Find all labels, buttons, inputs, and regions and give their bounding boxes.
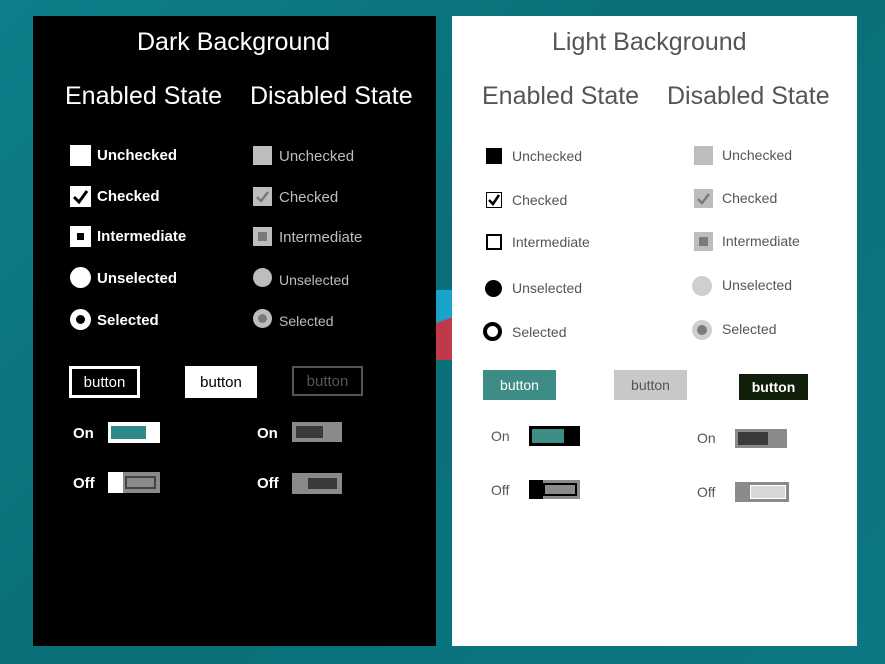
switch-on[interactable] [108,422,160,443]
enabled-state-heading: Enabled State [65,82,223,110]
radio-dot-icon [697,325,707,335]
checkbox-checked[interactable] [486,192,502,208]
radio-unselected-disabled-label: Unselected [279,272,350,288]
button-outline[interactable]: button [69,366,140,398]
enabled-state-heading: Enabled State [482,82,640,110]
radio-unselected[interactable] [70,267,91,288]
switch-thumb [108,472,123,493]
checkbox-unchecked-disabled [694,146,713,165]
button-filled[interactable]: button [483,370,556,400]
intermediate-mark-icon [699,237,708,246]
checkbox-checked-disabled-label: Checked [279,189,339,206]
radio-dot-icon [258,314,267,323]
radio-selected-label: Selected [512,324,567,340]
checkbox-checked-label: Checked [512,192,568,208]
button-dark[interactable]: button [739,374,808,400]
panel-title: Light Background [552,28,747,56]
switch-track-fill [111,426,146,439]
checkbox-checked-label: Checked [97,188,160,205]
radio-selected[interactable] [70,309,91,330]
switch-on-disabled [735,429,787,448]
checkbox-intermediate[interactable] [70,226,91,247]
checkbox-unchecked[interactable] [486,148,502,164]
checkbox-checked-disabled-label: Checked [722,190,778,206]
radio-unselected-disabled [692,276,712,296]
checkbox-unchecked[interactable] [70,145,91,166]
checkbox-intermediate-disabled-label: Intermediate [279,229,363,246]
checkbox-unchecked-disabled-label: Unchecked [722,147,793,163]
switch-on-disabled-label: On [257,425,278,442]
radio-unselected-label: Unselected [512,280,583,296]
switch-on-label: On [491,428,510,444]
disabled-state-heading: Disabled State [250,82,413,110]
switch-track-fill [308,478,337,489]
radio-selected-disabled-label: Selected [722,321,777,337]
checkbox-unchecked-disabled [253,146,272,165]
checkbox-unchecked-label: Unchecked [97,147,178,164]
checkbox-intermediate-label: Intermediate [512,234,590,250]
switch-on-disabled-label: On [697,430,716,446]
radio-dot-icon [76,315,85,324]
radio-selected[interactable] [483,322,502,341]
button-disabled: button [292,366,363,396]
checkmark-icon [697,193,710,205]
radio-unselected[interactable] [485,280,502,297]
button-disabled: button [614,370,687,400]
switch-off-disabled [735,482,789,502]
switch-off-disabled-label: Off [257,475,279,492]
light-background-panel: Light Background Enabled State Disabled … [452,16,857,646]
checkmark-icon [488,194,501,206]
switch-on-disabled [292,422,342,442]
radio-selected-label: Selected [97,312,159,329]
disabled-state-heading: Disabled State [667,82,830,110]
switch-off-disabled-label: Off [697,484,716,500]
switch-track-fill [738,432,768,445]
radio-unselected-disabled-label: Unselected [722,277,793,293]
intermediate-mark-icon [258,232,267,241]
switch-off[interactable] [108,472,160,493]
checkbox-checked[interactable] [70,186,91,207]
switch-off-label: Off [491,482,510,498]
intermediate-mark-icon [77,233,84,240]
switch-on-label: On [73,425,94,442]
dark-background-panel: Dark Background Enabled State Disabled S… [33,16,436,646]
switch-thumb [529,480,543,499]
switch-on[interactable] [529,426,580,446]
switch-track [750,485,786,499]
checkbox-intermediate-disabled [694,232,713,251]
radio-selected-disabled [253,309,272,328]
switch-off[interactable] [529,480,580,499]
radio-unselected-label: Unselected [97,270,178,287]
radio-unselected-disabled [253,268,272,287]
checkbox-intermediate-disabled [253,227,272,246]
switch-track-fill [532,429,564,443]
radio-selected-disabled-label: Selected [279,313,334,329]
switch-track-fill [296,426,323,438]
button-filled[interactable]: button [185,366,257,398]
switch-off-label: Off [73,475,95,492]
checkbox-intermediate-disabled-label: Intermediate [722,233,800,249]
checkmark-icon [72,190,89,205]
checkbox-checked-disabled [694,189,713,208]
panel-title: Dark Background [137,28,331,56]
radio-selected-disabled [692,320,712,340]
checkbox-unchecked-disabled-label: Unchecked [279,148,355,165]
checkmark-icon [256,191,269,203]
checkbox-intermediate-label: Intermediate [97,228,187,245]
switch-track [543,483,577,496]
checkbox-unchecked-label: Unchecked [512,148,583,164]
switch-off-disabled [292,473,342,494]
checkbox-intermediate[interactable] [486,234,502,250]
checkbox-checked-disabled [253,187,272,206]
switch-track [125,476,156,489]
